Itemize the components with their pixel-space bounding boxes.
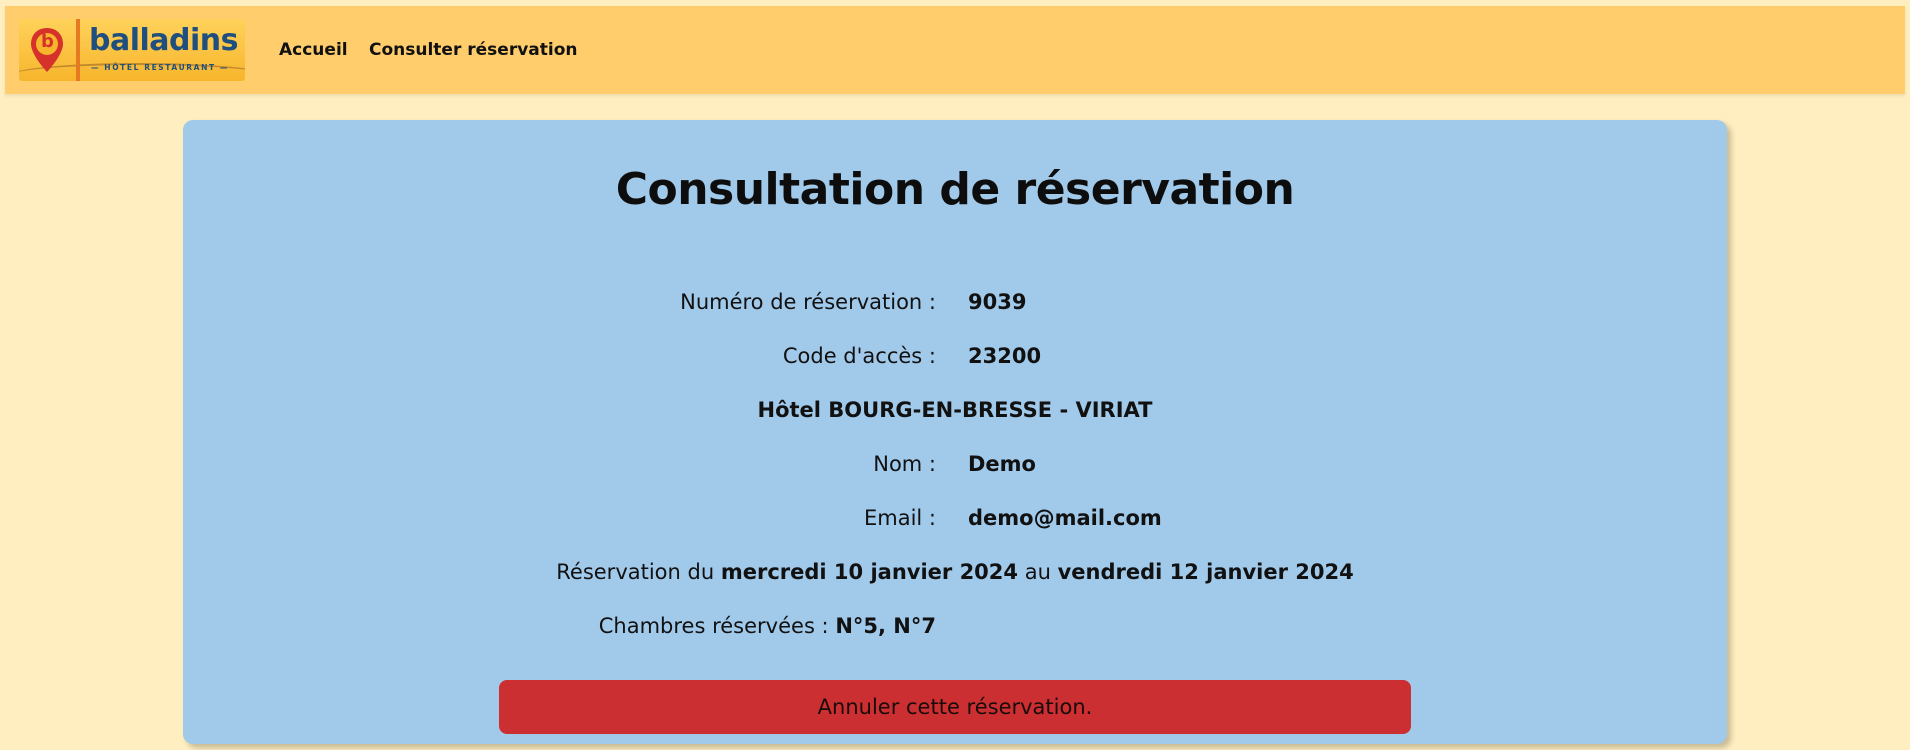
rooms-label: Chambres réservées : <box>598 614 829 638</box>
logo-subtitle: — HÔTEL RESTAURANT — <box>91 63 229 72</box>
hotel-name: Hôtel BOURG-EN-BRESSE - VIRIAT <box>757 398 1153 422</box>
rooms-line: Chambres réservées : N°5, N°7 <box>599 614 936 638</box>
date-start: mercredi 10 janvier 2024 <box>720 560 1019 584</box>
name-value: Demo <box>968 452 1036 476</box>
email-label: Email : <box>863 506 936 530</box>
date-end: vendredi 12 janvier 2024 <box>1057 560 1354 584</box>
access-code-value: 23200 <box>968 344 1042 368</box>
rooms-value: N°5, N°7 <box>835 614 936 638</box>
reservation-number-label: Numéro de réservation : <box>680 290 936 314</box>
nav-link-home[interactable]: Accueil <box>279 40 348 60</box>
reservation-card: Consultation de réservation Numéro de ré… <box>183 120 1727 744</box>
logo-brand-text: balladins <box>89 23 239 58</box>
nav-link-consult-reservation[interactable]: Consulter réservation <box>369 40 578 60</box>
dates-middle: au <box>1024 560 1051 584</box>
reservation-number-value: 9039 <box>968 290 1027 314</box>
cancel-reservation-button[interactable]: Annuler cette réservation. <box>499 680 1411 734</box>
dates-prefix: Réservation du <box>556 560 715 584</box>
top-navbar: b balladins — HÔTEL RESTAURANT — Accueil… <box>5 6 1905 94</box>
name-label: Nom : <box>873 452 936 476</box>
access-code-label: Code d'accès : <box>782 344 936 368</box>
reservation-dates: Réservation du mercredi 10 janvier 2024 … <box>183 560 1727 584</box>
page-title: Consultation de réservation <box>615 164 1295 215</box>
email-value: demo@mail.com <box>968 506 1162 530</box>
balladins-logo[interactable]: b balladins — HÔTEL RESTAURANT — <box>19 19 245 81</box>
logo-divider <box>76 19 80 81</box>
logo-pin-letter: b <box>41 31 54 52</box>
